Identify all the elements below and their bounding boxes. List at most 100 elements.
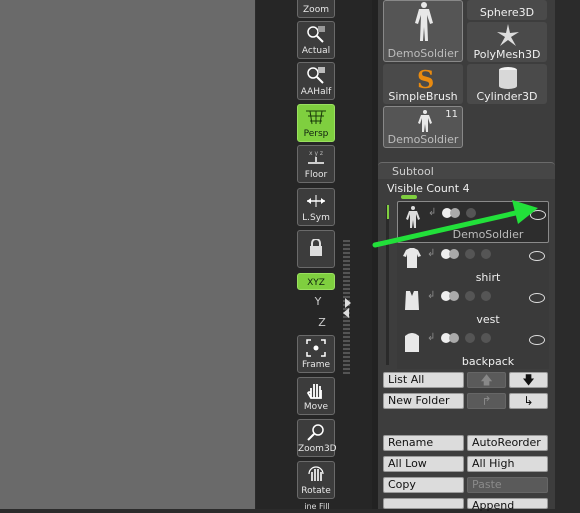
polymesh-star-icon [497,24,519,46]
visible-count-label: Visible Count 4 [387,182,470,195]
material-toggle-icon[interactable] [449,291,459,301]
frame-icon [306,339,326,357]
all-low-button[interactable]: All Low [383,456,464,472]
rotate-button[interactable]: Rotate [297,461,335,499]
move-button[interactable]: Move [297,377,335,415]
aahalf-button[interactable]: AAHalf [297,62,335,100]
tool-thumb-demosoldier[interactable]: DemoSoldier [383,0,463,62]
move-up-right-button[interactable]: ↱ [467,393,506,409]
merge-down-arrow-icon[interactable]: ↲ [427,248,435,259]
blend-toggle-icon[interactable] [466,208,476,218]
visibility-eye-icon[interactable] [529,335,545,345]
lock-toggle-icon[interactable] [481,291,491,301]
arrow-down-icon: 🡇 [522,373,535,387]
actual-icon [307,26,325,43]
move-down-right-button[interactable]: ↳ [509,393,548,409]
turn-up-icon: ↱ [481,394,492,408]
lock-icon [310,239,322,256]
visibility-eye-icon[interactable] [529,251,545,261]
thumb-label: PolyMesh3D [473,48,541,61]
subtool-scroll-thumb[interactable] [387,205,389,219]
cylinder-icon [499,67,517,89]
subtool-name: shirt [475,271,501,284]
subtool-item-shirt[interactable]: ↲ shirt [397,243,549,285]
material-toggle-icon[interactable] [450,208,460,218]
subtool-list-scrollbar[interactable] [386,205,389,365]
lock-toggle-icon[interactable] [481,249,491,259]
subtool-name: DemoSoldier [452,228,524,241]
subtool-count-badge: 11 [445,109,458,120]
visible-count-slider[interactable] [401,195,417,199]
zoom3d-button[interactable]: Zoom3D [297,419,337,457]
collapse-left-arrow-icon[interactable] [343,308,349,318]
tool-thumb-sphere3d[interactable]: Sphere3D [467,0,547,20]
frame-button[interactable]: Frame [297,335,335,373]
lsym-button[interactable]: L.Sym [297,188,335,226]
right-edge-bar [555,0,580,509]
local-lock-button[interactable] [297,230,335,268]
material-toggle-icon[interactable] [449,249,459,259]
merge-down-arrow-icon[interactable]: ↲ [427,290,435,301]
tool-thumb-simplebrush[interactable]: S SimpleBrush [383,64,463,104]
copy-button[interactable]: Copy [383,477,464,493]
zoom3d-icon [307,424,324,441]
actual-label: Actual [301,46,331,56]
actual-button[interactable]: Actual [297,21,335,59]
arrow-up-icon: 🡅 [480,373,493,387]
merge-down-arrow-icon[interactable]: ↲ [427,332,435,343]
zoom3d-label: Zoom3D [298,444,337,454]
blend-toggle-icon[interactable] [465,291,475,301]
lock-toggle-icon[interactable] [481,333,491,343]
subtool-header[interactable]: Subtool [378,162,555,179]
svg-text:x y z: x y z [309,150,323,157]
merge-down-arrow-icon[interactable]: ↲ [428,207,436,218]
subtool-item-backpack[interactable]: ↲ backpack [397,327,549,369]
line-fill-label-cut[interactable]: ine Fill [297,502,337,511]
zoom-button[interactable]: Zoom [297,0,335,18]
persp-icon [306,110,326,125]
subtool-controls: ↲ [427,248,547,262]
backpack-thumb-icon [405,333,419,352]
soldier-thumb-icon [406,206,420,228]
subtool-name: vest [476,313,500,326]
thumb-label: Cylinder3D [476,90,538,103]
subtool-title: Subtool [392,165,434,178]
move-up-button[interactable]: 🡅 [467,372,506,388]
blend-toggle-icon[interactable] [465,249,475,259]
material-toggle-icon[interactable] [449,333,459,343]
xyz-rotate-button[interactable]: XYZ [297,273,335,290]
paste-button[interactable]: Paste [467,477,548,493]
all-high-button[interactable]: All High [467,456,548,472]
floor-button[interactable]: x y z Floor [297,145,335,183]
tool-thumb-demosoldier-count[interactable]: 11 DemoSoldier [383,106,463,148]
rotate-y-icon[interactable]: Y [310,295,326,309]
right-shelf: Zoom Actual AAHalf Persp x y z Floor L.S… [256,0,372,511]
move-down-button[interactable]: 🡇 [509,372,548,388]
persp-button[interactable]: Persp [297,104,335,142]
axis-y-label: Y [314,295,322,308]
subtool-controls: ↲ [427,332,547,346]
append-button[interactable]: Append [467,498,548,512]
tool-thumb-polymesh3d[interactable]: PolyMesh3D [467,22,547,62]
floor-label: Floor [304,170,328,180]
thumb-label: Sphere3D [479,6,535,19]
move-label: Move [303,402,329,412]
floor-icon: x y z [308,150,324,164]
visibility-eye-icon[interactable] [529,293,545,303]
rotate-z-icon[interactable]: Z [314,316,330,330]
lsym-icon [307,195,325,207]
visibility-eye-icon[interactable] [530,210,546,220]
blank-button[interactable] [383,498,464,509]
rotate-label: Rotate [301,486,331,496]
expand-right-arrow-icon[interactable] [345,298,351,308]
auto-reorder-button[interactable]: AutoReorder [467,435,548,451]
subtool-item-demosoldier[interactable]: ↲ DemoSoldier [397,201,549,243]
tool-thumb-cylinder3d[interactable]: Cylinder3D [467,64,547,104]
new-folder-button[interactable]: New Folder [383,393,464,409]
blend-toggle-icon[interactable] [465,333,475,343]
subtool-item-vest[interactable]: ↲ vest [397,285,549,327]
move-hand-icon [306,384,322,399]
rename-button[interactable]: Rename [383,435,464,451]
axis-z-label: Z [318,316,326,329]
list-all-button[interactable]: List All [383,372,464,388]
